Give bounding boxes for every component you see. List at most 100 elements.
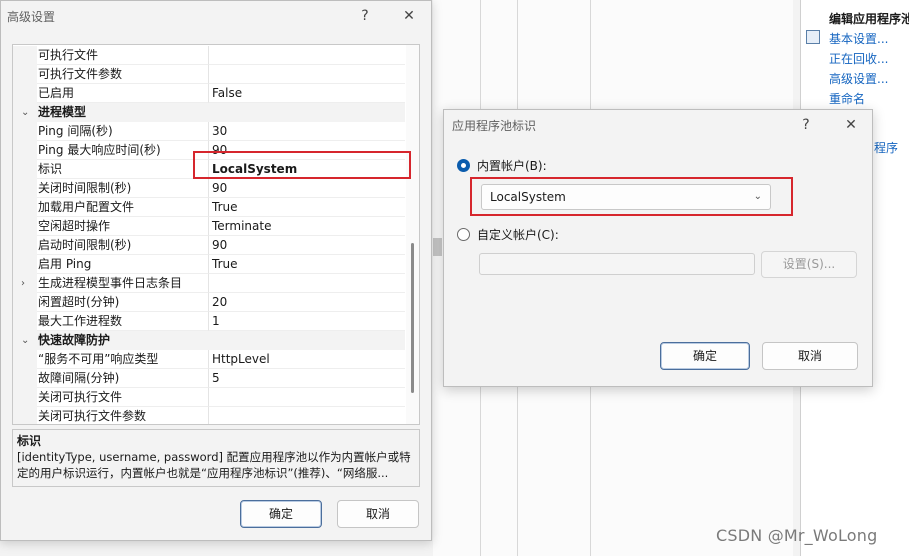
category-name: 进程模型 xyxy=(37,103,405,122)
collapse-chevron-icon[interactable]: ⌄ xyxy=(21,103,29,122)
property-row[interactable]: 故障间隔(分钟) 5 xyxy=(13,369,405,388)
property-name: 关闭可执行文件 xyxy=(37,388,209,407)
set-credentials-button[interactable]: 设置(S)... xyxy=(761,251,857,278)
dialog-title: 应用程序池标识 xyxy=(452,119,537,133)
property-name: 闲置超时(分钟) xyxy=(37,293,209,312)
category-row[interactable]: ⌄ 快速故障防护 xyxy=(13,331,405,350)
builtin-account-highlight-box xyxy=(470,177,793,216)
property-value[interactable]: 20 xyxy=(209,293,405,312)
property-value[interactable] xyxy=(209,388,405,407)
property-name: 关闭时间限制(秒) xyxy=(37,179,209,198)
property-value[interactable]: True xyxy=(209,255,405,274)
property-row[interactable]: 加载用户配置文件 True xyxy=(13,198,405,217)
row-gutter xyxy=(13,407,37,424)
property-value[interactable]: Terminate xyxy=(209,217,405,236)
property-name: Ping 最大响应时间(秒) xyxy=(37,141,209,160)
property-value[interactable]: True xyxy=(209,198,405,217)
property-grid: 可执行文件 可执行文件参数 已启用 False ⌄ 进程模型 Ping 间隔(秒) 30 Pin… xyxy=(12,44,420,425)
row-gutter xyxy=(13,255,37,274)
property-name: 加载用户配置文件 xyxy=(37,198,209,217)
row-gutter xyxy=(13,141,37,160)
action-rename[interactable]: 重命名 xyxy=(829,90,865,107)
property-value[interactable]: 90 xyxy=(209,179,405,198)
row-gutter: ⌄ xyxy=(13,103,37,122)
help-button[interactable]: ? xyxy=(794,114,818,136)
property-value[interactable]: 1 xyxy=(209,312,405,331)
property-row[interactable]: 最大工作进程数 1 xyxy=(13,312,405,331)
property-row[interactable]: 已启用 False xyxy=(13,84,405,103)
property-row[interactable]: 关闭可执行文件 xyxy=(13,388,405,407)
property-row[interactable]: Ping 间隔(秒) 30 xyxy=(13,122,405,141)
property-value[interactable] xyxy=(209,65,405,84)
row-gutter xyxy=(13,179,37,198)
property-row[interactable]: 关闭可执行文件参数 xyxy=(13,407,405,424)
property-row[interactable]: › 生成进程模型事件日志条目 xyxy=(13,274,405,293)
category-name: 快速故障防护 xyxy=(37,331,405,350)
property-value[interactable]: 90 xyxy=(209,236,405,255)
property-name: Ping 间隔(秒) xyxy=(37,122,209,141)
property-name: 关闭可执行文件参数 xyxy=(37,407,209,424)
custom-account-radio[interactable] xyxy=(457,228,470,241)
row-gutter xyxy=(13,46,37,65)
action-advanced-settings[interactable]: 高级设置... xyxy=(829,70,888,87)
background-scrollbar-thumb[interactable] xyxy=(433,238,442,256)
row-gutter xyxy=(13,217,37,236)
close-button[interactable]: ✕ xyxy=(839,114,863,136)
property-row[interactable]: 启动时间限制(秒) 90 xyxy=(13,236,405,255)
property-row[interactable]: 闲置超时(分钟) 20 xyxy=(13,293,405,312)
action-app-pool-link[interactable]: 程序 xyxy=(874,139,898,156)
description-title: 标识 xyxy=(17,434,42,448)
settings-icon xyxy=(806,30,820,44)
help-button[interactable]: ? xyxy=(353,5,377,27)
action-recycling[interactable]: 正在回收... xyxy=(829,50,888,67)
cancel-button[interactable]: 取消 xyxy=(762,342,858,370)
scrollbar-thumb[interactable] xyxy=(411,243,414,393)
property-value[interactable] xyxy=(209,407,405,424)
category-row[interactable]: ⌄ 进程模型 xyxy=(13,103,405,122)
property-value[interactable] xyxy=(209,274,405,293)
row-gutter xyxy=(13,236,37,255)
builtin-account-radio[interactable] xyxy=(457,159,470,172)
property-name: 已启用 xyxy=(37,84,209,103)
property-value[interactable]: False xyxy=(209,84,405,103)
dialog-title: 高级设置 xyxy=(7,10,56,24)
action-basic-settings[interactable]: 基本设置... xyxy=(829,30,888,47)
property-row[interactable]: 可执行文件参数 xyxy=(13,65,405,84)
identity-highlight-box xyxy=(193,151,411,179)
property-grid-scrollbar[interactable] xyxy=(406,45,419,424)
close-button[interactable]: ✕ xyxy=(397,5,421,27)
ok-button[interactable]: 确定 xyxy=(240,500,322,528)
expand-chevron-icon[interactable]: › xyxy=(21,274,25,293)
property-row[interactable]: 可执行文件 xyxy=(13,46,405,65)
description-text: [identityType, username, password] 配置应用程… xyxy=(17,450,411,480)
custom-account-field[interactable] xyxy=(479,253,755,275)
property-value[interactable]: 5 xyxy=(209,369,405,388)
row-gutter xyxy=(13,350,37,369)
property-row[interactable]: 空闲超时操作 Terminate xyxy=(13,217,405,236)
row-gutter: ⌄ xyxy=(13,331,37,350)
property-description: 标识 [identityType, username, password] 配置… xyxy=(12,429,420,487)
row-gutter xyxy=(13,160,37,179)
watermark: CSDN @Mr_WoLong xyxy=(716,526,878,545)
row-gutter xyxy=(13,198,37,217)
row-gutter xyxy=(13,369,37,388)
custom-account-label[interactable]: 自定义帐户(C): xyxy=(477,226,559,243)
row-gutter xyxy=(13,65,37,84)
property-row[interactable]: 启用 Ping True xyxy=(13,255,405,274)
property-value[interactable]: 30 xyxy=(209,122,405,141)
property-name: 生成进程模型事件日志条目 xyxy=(37,274,209,293)
property-name: 标识 xyxy=(37,160,209,179)
property-row[interactable]: “服务不可用”响应类型 HttpLevel xyxy=(13,350,405,369)
row-gutter xyxy=(13,312,37,331)
property-name: 空闲超时操作 xyxy=(37,217,209,236)
ok-button[interactable]: 确定 xyxy=(660,342,750,370)
actions-title: 编辑应用程序池 xyxy=(829,12,909,26)
property-name: 启用 Ping xyxy=(37,255,209,274)
cancel-button[interactable]: 取消 xyxy=(337,500,419,528)
property-row[interactable]: 关闭时间限制(秒) 90 xyxy=(13,179,405,198)
app-pool-identity-dialog: 应用程序池标识 ? ✕ 内置帐户(B): LocalSystem ⌄ 自定义帐户… xyxy=(443,109,873,387)
collapse-chevron-icon[interactable]: ⌄ xyxy=(21,331,29,350)
property-value[interactable] xyxy=(209,46,405,65)
builtin-account-label[interactable]: 内置帐户(B): xyxy=(477,157,547,174)
property-value[interactable]: HttpLevel xyxy=(209,350,405,369)
